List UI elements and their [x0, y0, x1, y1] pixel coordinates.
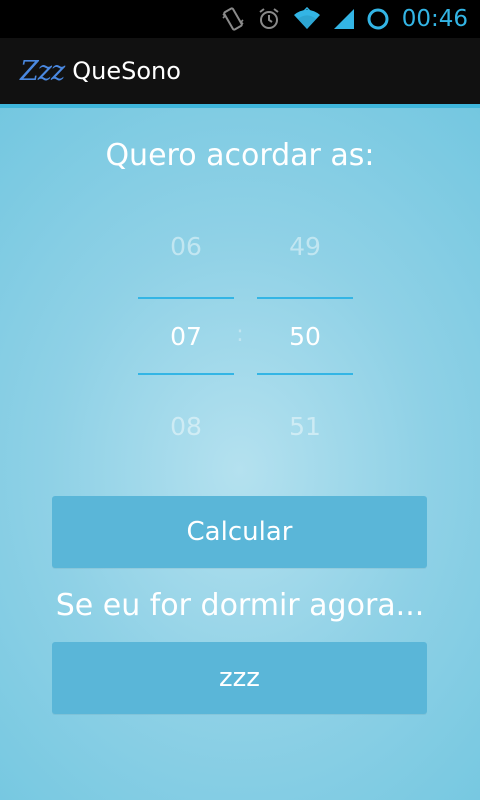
status-bar: 00:46 [0, 0, 480, 38]
hour-prev[interactable]: 06 [138, 232, 234, 261]
minute-divider-bottom [257, 373, 353, 375]
hour-divider-bottom [138, 373, 234, 375]
screen: 00:46 Zzz QueSono Quero acordar as: 06 0… [0, 0, 480, 800]
wake-time-heading: Quero acordar as: [105, 138, 375, 173]
wifi-icon [292, 0, 322, 38]
minute-current[interactable]: 50 [257, 322, 353, 351]
minute-picker[interactable]: 49 50 51 [257, 220, 353, 460]
calculate-button[interactable]: Calcular [52, 496, 427, 568]
alarm-icon [256, 0, 282, 38]
hour-picker[interactable]: 06 07 08 [138, 220, 234, 460]
sleep-now-button[interactable]: zzz [52, 642, 427, 714]
app-title: QueSono [72, 57, 181, 85]
action-bar: Zzz QueSono [0, 38, 480, 104]
action-bar-divider [0, 104, 480, 108]
time-separator: : [236, 322, 244, 347]
sync-icon [366, 0, 390, 38]
sleep-now-text: Se eu for dormir agora... [55, 588, 425, 623]
status-clock: 00:46 [401, 6, 468, 32]
minute-next[interactable]: 51 [257, 412, 353, 441]
signal-icon [332, 0, 356, 38]
hour-divider-top [138, 297, 234, 299]
app-logo-icon[interactable]: Zzz [20, 56, 65, 87]
hour-next[interactable]: 08 [138, 412, 234, 441]
minute-prev[interactable]: 49 [257, 232, 353, 261]
hour-current[interactable]: 07 [138, 322, 234, 351]
vibrate-icon [220, 0, 246, 38]
minute-divider-top [257, 297, 353, 299]
